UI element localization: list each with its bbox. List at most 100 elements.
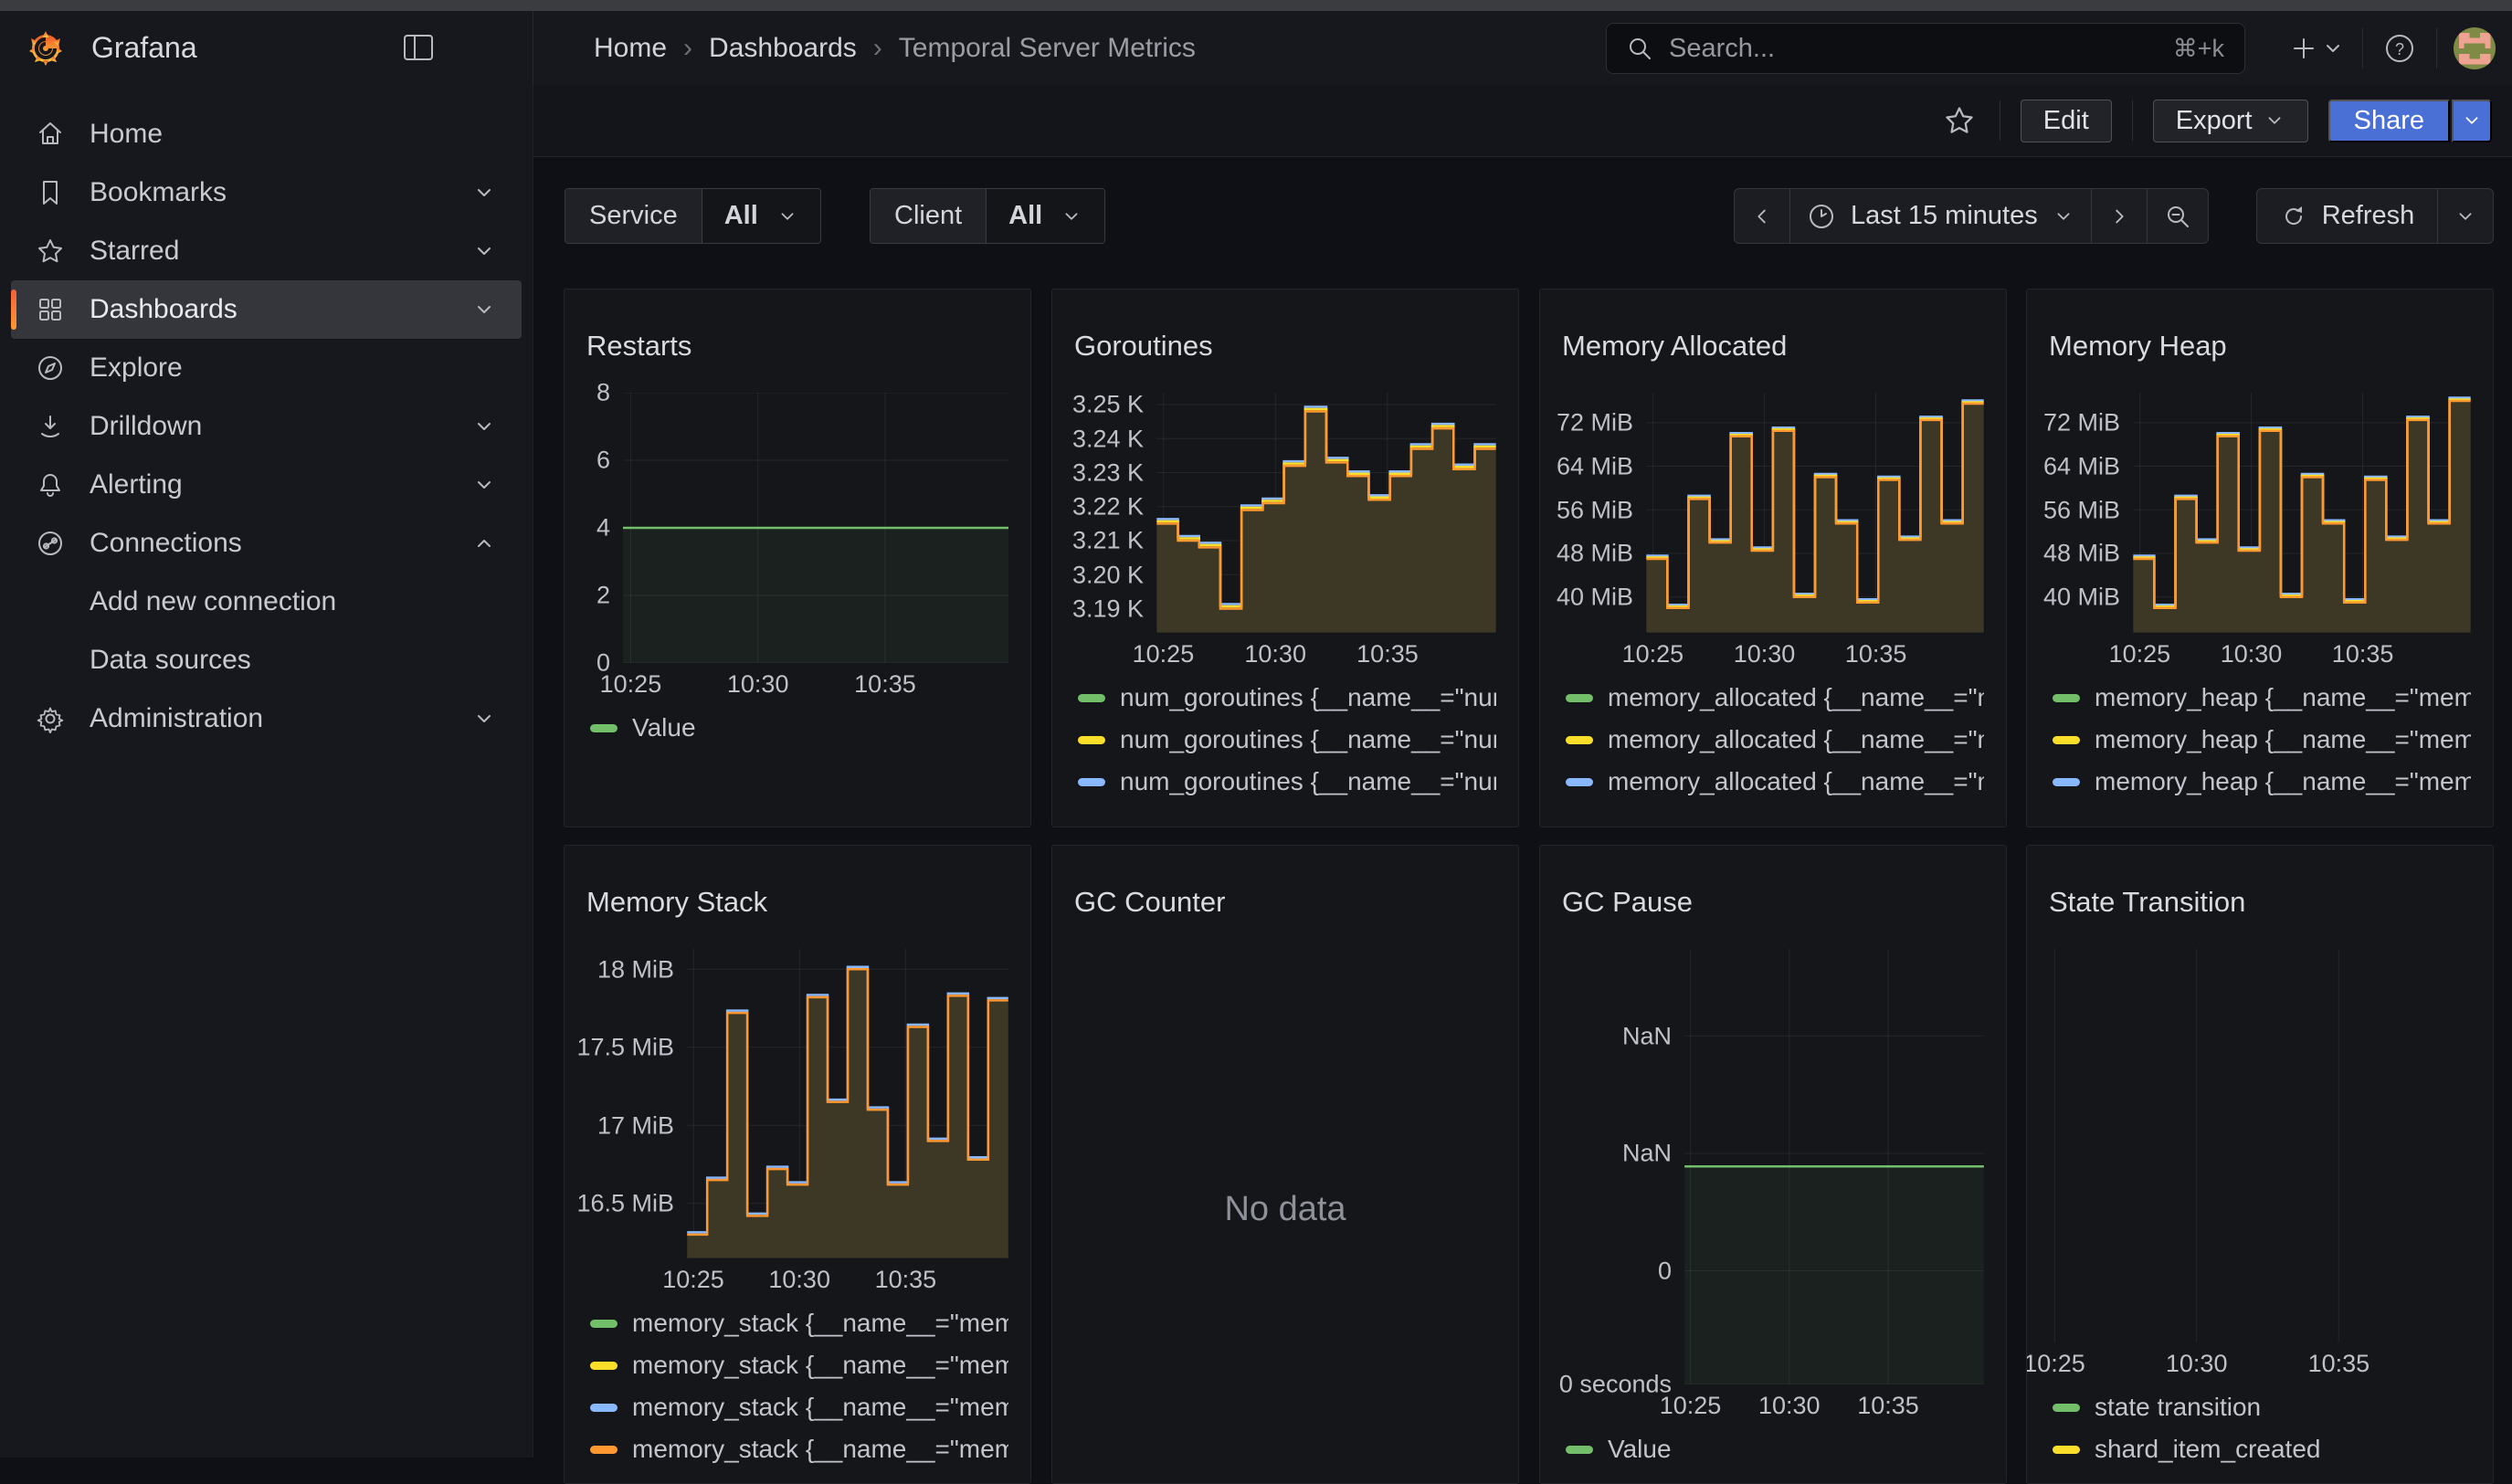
panel-restarts[interactable]: Restarts 86420 10:2510:3010:35 Value bbox=[564, 289, 1031, 827]
legend-item[interactable]: num_goroutines {__name__="num_go bbox=[1074, 677, 1496, 719]
window-title-strip bbox=[0, 0, 2512, 11]
y-tick-label: 3.21 K bbox=[1072, 527, 1144, 555]
legend-item[interactable]: memory_heap {__name__="memory_h bbox=[2049, 719, 2471, 761]
time-shift-back-button[interactable] bbox=[1735, 189, 1790, 243]
favorite-star-button[interactable] bbox=[1939, 100, 1979, 141]
legend: Value bbox=[586, 707, 1008, 749]
plot-area[interactable] bbox=[1156, 393, 1496, 633]
plot-area[interactable] bbox=[1646, 393, 1984, 633]
panel-memory-allocated[interactable]: Memory Allocated 72 MiB64 MiB56 MiB48 Mi… bbox=[1539, 289, 2007, 827]
y-axis: 3.25 K3.24 K3.23 K3.22 K3.21 K3.20 K3.19… bbox=[1074, 393, 1156, 633]
edit-button[interactable]: Edit bbox=[2021, 100, 2112, 142]
legend-item[interactable]: memory_stack {__name__="memory_s bbox=[586, 1302, 1008, 1344]
legend-item[interactable]: num_goroutines {__name__="num_go bbox=[1074, 719, 1496, 761]
panel-state-transition[interactable]: State Transition 10:2510:3010:35 state t… bbox=[2026, 845, 2494, 1484]
legend-item[interactable]: memory_heap {__name__="memory_h bbox=[2049, 803, 2471, 814]
legend-item[interactable]: Value bbox=[1562, 1428, 1984, 1470]
breadcrumb-dashboards[interactable]: Dashboards bbox=[709, 33, 857, 64]
chevron-down-icon bbox=[2327, 46, 2338, 51]
share-dropdown-button[interactable] bbox=[2452, 100, 2492, 142]
legend-swatch bbox=[1078, 736, 1105, 744]
y-tick-label: 0 bbox=[1658, 1258, 1672, 1286]
legend-item[interactable]: memory_heap {__name__="memory_h bbox=[2049, 677, 2471, 719]
legend-item[interactable]: memory_allocated {__name__="memo bbox=[1562, 677, 1984, 719]
x-tick-label: 10:35 bbox=[2332, 640, 2394, 668]
panel-memory-heap[interactable]: Memory Heap 72 MiB64 MiB56 MiB48 MiB40 M… bbox=[2026, 289, 2494, 827]
x-axis: 10:2510:3010:35 bbox=[687, 1258, 1008, 1299]
x-axis: 10:2510:3010:35 bbox=[1156, 633, 1496, 673]
sidebar-item-home[interactable]: Home bbox=[11, 105, 522, 163]
legend-item[interactable]: memory_stack {__name__="memory_s bbox=[586, 1344, 1008, 1386]
sidebar-item-label: Add new connection bbox=[90, 586, 336, 617]
legend-label: memory_allocated {__name__="memo bbox=[1608, 767, 1984, 796]
legend-item[interactable]: memory_stack {__name__="memory_s bbox=[586, 1428, 1008, 1470]
sidebar-item-explore[interactable]: Explore bbox=[11, 339, 522, 397]
legend-item[interactable]: memory_heap {__name__="memory_h bbox=[2049, 761, 2471, 803]
legend-item[interactable]: memory_allocated {__name__="memo bbox=[1562, 719, 1984, 761]
chevron-right-icon bbox=[2108, 205, 2130, 227]
panel-title: Memory Heap bbox=[2049, 326, 2471, 370]
legend-item[interactable]: memory_allocated {__name__="memo bbox=[1562, 761, 1984, 803]
compass-icon bbox=[35, 353, 66, 383]
client-variable-value[interactable]: All bbox=[987, 189, 1104, 243]
legend-item[interactable]: memory_stack {__name__="memory_s bbox=[586, 1386, 1008, 1428]
legend: memory_heap {__name__="memory_hmemory_he… bbox=[2049, 677, 2471, 814]
legend: Value bbox=[1562, 1428, 1984, 1470]
legend-item[interactable]: num_goroutines {__name__="num_go bbox=[1074, 803, 1496, 814]
legend-swatch bbox=[1566, 736, 1593, 744]
panel-title: GC Pause bbox=[1562, 882, 1984, 926]
service-variable: Service All bbox=[565, 188, 821, 244]
user-avatar[interactable] bbox=[2454, 27, 2496, 69]
refresh-button[interactable]: Refresh bbox=[2257, 189, 2438, 243]
dashboard-toolbar: Edit Export Share bbox=[533, 85, 2512, 157]
sidebar-toggle-icon[interactable] bbox=[400, 31, 437, 64]
export-button[interactable]: Export bbox=[2153, 100, 2308, 142]
legend-item[interactable]: num_goroutines {__name__="num_go bbox=[1074, 761, 1496, 803]
share-button[interactable]: Share bbox=[2328, 100, 2450, 142]
sidebar-item-add-new-connection[interactable]: Add new connection bbox=[11, 573, 522, 631]
sidebar-item-label: Drilldown bbox=[90, 411, 202, 442]
refresh-interval-dropdown[interactable] bbox=[2438, 189, 2493, 243]
panel-gc-pause[interactable]: GC Pause NaNNaN00 seconds 10:2510:3010:3… bbox=[1539, 845, 2007, 1484]
breadcrumb-home[interactable]: Home bbox=[594, 33, 667, 64]
search-input-wrap[interactable]: ⌘+k bbox=[1606, 23, 2245, 74]
time-range-picker[interactable]: Last 15 minutes bbox=[1790, 189, 2092, 243]
sidebar-item-dashboards[interactable]: Dashboards bbox=[11, 280, 522, 339]
x-tick-label: 10:30 bbox=[1734, 640, 1796, 668]
chevron-up-icon bbox=[472, 532, 496, 555]
sidebar-item-alerting[interactable]: Alerting bbox=[11, 456, 522, 514]
x-axis: 10:2510:3010:35 bbox=[1684, 1384, 1984, 1425]
sidebar-item-administration[interactable]: Administration bbox=[11, 689, 522, 748]
add-new-button[interactable] bbox=[2287, 30, 2346, 67]
legend: memory_stack {__name__="memory_smemory_s… bbox=[586, 1302, 1008, 1470]
time-shift-forward-button[interactable] bbox=[2092, 189, 2148, 243]
service-variable-value[interactable]: All bbox=[702, 189, 820, 243]
plot-area[interactable] bbox=[2049, 949, 2471, 1342]
brand[interactable]: Grafana bbox=[24, 26, 197, 69]
x-tick-label: 10:30 bbox=[1758, 1392, 1821, 1420]
sidebar-item-label: Administration bbox=[90, 703, 263, 734]
x-axis: 10:2510:3010:35 bbox=[2133, 633, 2471, 673]
legend-item[interactable]: state transition bbox=[2049, 1386, 2471, 1428]
plot-area[interactable] bbox=[687, 949, 1008, 1258]
panel-memory-stack[interactable]: Memory Stack 18 MiB17.5 MiB17 MiB16.5 Mi… bbox=[564, 845, 1031, 1484]
plot-area[interactable] bbox=[1684, 949, 1984, 1384]
search-input[interactable] bbox=[1667, 33, 2158, 65]
y-tick-label: 4 bbox=[596, 514, 610, 542]
sidebar-item-connections[interactable]: Connections bbox=[11, 514, 522, 573]
legend-item[interactable]: Value bbox=[586, 707, 1008, 749]
plot-area[interactable] bbox=[623, 393, 1008, 663]
zoom-out-button[interactable] bbox=[2148, 189, 2208, 243]
legend-item[interactable]: shard_item_created bbox=[2049, 1428, 2471, 1470]
legend-item[interactable]: memory_allocated {__name__="memo bbox=[1562, 803, 1984, 814]
breadcrumb-separator: › bbox=[683, 33, 692, 64]
legend-label: Value bbox=[632, 713, 696, 742]
help-button[interactable]: ? bbox=[2380, 28, 2420, 68]
sidebar-item-data-sources[interactable]: Data sources bbox=[11, 631, 522, 689]
sidebar-item-drilldown[interactable]: Drilldown bbox=[11, 397, 522, 456]
brand-name: Grafana bbox=[91, 31, 197, 65]
panel-goroutines[interactable]: Goroutines 3.25 K3.24 K3.23 K3.22 K3.21 … bbox=[1051, 289, 1519, 827]
plot-area[interactable] bbox=[2133, 393, 2471, 633]
panel-gc-counter[interactable]: GC Counter No data bbox=[1051, 845, 1519, 1484]
legend-label: num_goroutines {__name__="num_go bbox=[1120, 683, 1496, 712]
